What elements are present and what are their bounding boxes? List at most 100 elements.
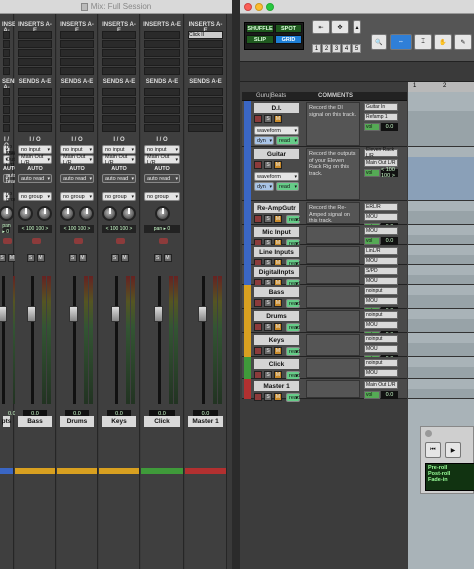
track-playlist-lane[interactable] bbox=[408, 235, 474, 245]
minimize-icon[interactable] bbox=[255, 3, 263, 11]
pan-left-knob[interactable] bbox=[60, 206, 75, 221]
track-input-selector[interactable]: MOU bbox=[364, 227, 398, 235]
insert-slot[interactable] bbox=[60, 58, 94, 66]
automation-mode-selector[interactable]: read bbox=[286, 299, 300, 308]
volume-fader[interactable] bbox=[26, 306, 36, 322]
solo-button[interactable]: S bbox=[264, 347, 272, 355]
pan-right-knob[interactable] bbox=[37, 206, 52, 221]
record-enable-button[interactable] bbox=[254, 161, 262, 169]
volume-fader[interactable] bbox=[153, 306, 163, 322]
insert-slot[interactable] bbox=[3, 49, 10, 57]
insert-slot[interactable] bbox=[18, 40, 52, 48]
channel-name[interactable]: Drums bbox=[60, 416, 94, 427]
automation-mode-selector[interactable]: read bbox=[286, 347, 300, 356]
track-comment[interactable] bbox=[306, 266, 360, 284]
zoom-icon[interactable] bbox=[266, 3, 274, 11]
automation-mode-selector[interactable]: auto read bbox=[3, 173, 17, 185]
send-slot[interactable] bbox=[144, 124, 180, 132]
insert-slot[interactable] bbox=[102, 40, 136, 48]
solo-button[interactable]: S bbox=[264, 215, 272, 223]
track-playlist-lane[interactable] bbox=[408, 319, 474, 333]
track-name[interactable]: Click bbox=[254, 359, 299, 369]
pencil-tool-icon[interactable]: ✎ bbox=[454, 34, 472, 50]
automation-mode-selector[interactable]: read bbox=[286, 323, 300, 332]
send-slot[interactable] bbox=[102, 88, 136, 96]
mute-button[interactable]: M bbox=[274, 115, 282, 123]
send-slots[interactable] bbox=[188, 88, 223, 133]
track-name[interactable]: Bass bbox=[254, 287, 299, 297]
track-row[interactable]: D.I. SMwaveformdynread Record the DI signa… bbox=[242, 101, 407, 147]
trim-tool-icon[interactable]: ⇔ bbox=[390, 34, 412, 50]
track-row[interactable]: Line InputsSMreadLinL/RMOUvol0.0 bbox=[242, 245, 407, 275]
insert-slot[interactable] bbox=[18, 58, 52, 66]
solo-button[interactable]: S bbox=[264, 323, 272, 331]
zoom-preset-button[interactable]: 3 bbox=[332, 44, 341, 53]
track-comment[interactable] bbox=[306, 380, 360, 398]
send-slot[interactable] bbox=[3, 97, 10, 105]
track-view-selector[interactable]: waveform bbox=[254, 172, 299, 181]
track-output-selector[interactable]: Refamp 1 bbox=[364, 113, 398, 121]
channel-name[interactable]: Bass bbox=[18, 416, 52, 427]
group-selector[interactable]: no group bbox=[3, 191, 20, 203]
send-slot[interactable] bbox=[60, 106, 94, 114]
track-playlist-lane[interactable] bbox=[408, 295, 474, 309]
spot-mode-button[interactable]: SPOT bbox=[275, 24, 302, 33]
track-name[interactable]: Guitar bbox=[254, 149, 299, 159]
record-enable-button[interactable] bbox=[254, 299, 262, 307]
mute-button[interactable]: M bbox=[274, 371, 282, 379]
pan-right-knob[interactable] bbox=[121, 206, 136, 221]
track-name[interactable]: DigitalInpts bbox=[254, 267, 299, 277]
automation-mode-selector[interactable]: read bbox=[276, 182, 299, 191]
send-slot[interactable] bbox=[188, 88, 223, 96]
track-input-selector[interactable]: noinput bbox=[364, 287, 398, 295]
zoom-in-icon[interactable]: ✥ bbox=[331, 20, 349, 34]
insert-slot[interactable] bbox=[18, 67, 52, 75]
mute-button[interactable]: M bbox=[120, 254, 129, 262]
track-input-selector[interactable]: LinL/R bbox=[364, 247, 398, 255]
track-row[interactable]: DigitalInptsSMreadS/PDMOUvol0.0 bbox=[242, 265, 407, 295]
send-slot[interactable] bbox=[102, 97, 136, 105]
track-name[interactable]: Mic Input bbox=[254, 227, 299, 237]
slip-mode-button[interactable]: SLIP bbox=[246, 35, 274, 44]
volume-fader[interactable] bbox=[0, 306, 7, 322]
send-slot[interactable] bbox=[3, 106, 10, 114]
send-slots[interactable] bbox=[3, 88, 10, 133]
track-playlist-lane[interactable] bbox=[408, 343, 474, 357]
vertical-zoom-icon[interactable]: ▴ bbox=[353, 20, 361, 34]
channel-name[interactable]: Master 1 bbox=[188, 416, 223, 427]
volume-fader[interactable] bbox=[110, 306, 120, 322]
rewind-icon[interactable]: ⏮ bbox=[425, 442, 441, 458]
automation-mode-selector[interactable]: auto read bbox=[102, 174, 136, 183]
send-slot[interactable] bbox=[188, 124, 223, 132]
track-row[interactable]: Guitar SMwaveformdynread Record the output… bbox=[242, 147, 407, 201]
track-playlist-lane[interactable] bbox=[408, 211, 474, 225]
track-row[interactable]: KeysSMreadnoinputMOUvol0.0 bbox=[242, 333, 407, 363]
solo-button[interactable]: S bbox=[68, 254, 77, 262]
automation-view-selector[interactable]: dyn bbox=[254, 182, 274, 191]
insert-slots[interactable] bbox=[102, 31, 136, 76]
zoom-out-icon[interactable]: ⇤ bbox=[312, 20, 330, 34]
output-selector[interactable]: Main Out L/R bbox=[102, 154, 136, 166]
track-comment[interactable] bbox=[306, 286, 360, 308]
send-slot[interactable] bbox=[60, 124, 94, 132]
solo-button[interactable]: S bbox=[153, 254, 162, 262]
send-slot[interactable] bbox=[144, 106, 180, 114]
track-output-selector[interactable]: MOU bbox=[364, 321, 398, 329]
send-slot[interactable] bbox=[60, 97, 94, 105]
send-slot[interactable] bbox=[144, 115, 180, 123]
track-row[interactable]: Master 1 SMread Main Out L/R vol0.0 bbox=[242, 379, 407, 402]
send-slot[interactable] bbox=[3, 88, 10, 96]
magnify-icon[interactable]: 🔍 bbox=[371, 34, 387, 50]
volume-fader[interactable] bbox=[68, 306, 78, 322]
insert-slots[interactable] bbox=[3, 31, 10, 76]
send-slot[interactable] bbox=[188, 106, 223, 114]
track-comment[interactable] bbox=[306, 310, 360, 332]
mute-button[interactable]: M bbox=[274, 215, 282, 223]
insert-slot[interactable] bbox=[144, 49, 180, 57]
send-slot[interactable] bbox=[18, 97, 52, 105]
insert-slot[interactable] bbox=[3, 31, 10, 39]
send-slots[interactable] bbox=[18, 88, 52, 133]
automation-mode-selector[interactable]: read bbox=[286, 393, 300, 402]
track-name[interactable]: Line Inputs bbox=[254, 247, 299, 257]
insert-slot[interactable] bbox=[144, 40, 180, 48]
